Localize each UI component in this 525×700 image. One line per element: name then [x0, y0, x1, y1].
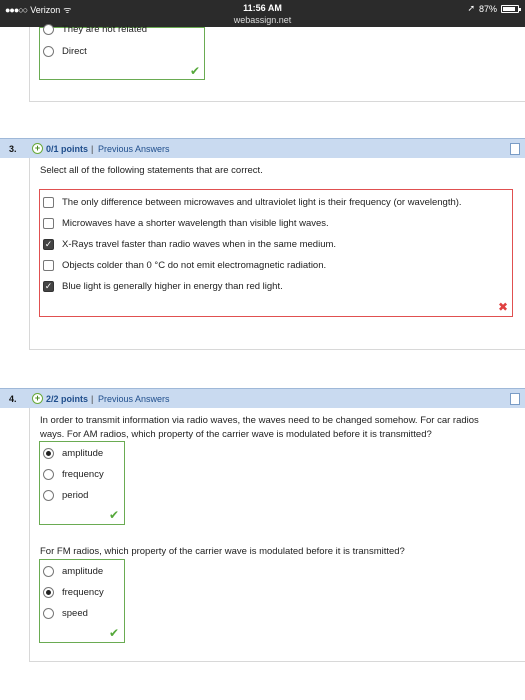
location-icon: ➚	[467, 3, 475, 13]
option-label: Direct	[62, 46, 87, 57]
am-option-amplitude[interactable]: amplitude	[43, 448, 103, 459]
am-option-period[interactable]: period	[43, 490, 88, 501]
correct-check-icon: ✔	[109, 508, 120, 522]
option-label: speed	[62, 608, 88, 619]
radio-button[interactable]	[43, 608, 54, 619]
status-bar: ●●●○○ Verizon ᯤ 11:56 AM webassign.net ➚…	[0, 0, 525, 27]
option-label: Objects colder than 0 °C do not emit ele…	[62, 260, 327, 271]
clock: 11:56 AM	[243, 3, 282, 13]
fm-prompt: For FM radios, which property of the car…	[40, 546, 405, 557]
fm-option-speed[interactable]: speed	[43, 608, 88, 619]
radio-button-selected[interactable]	[43, 587, 54, 598]
radio-button[interactable]	[43, 566, 54, 577]
q3-option[interactable]: ✓ Blue light is generally higher in energ…	[43, 281, 283, 292]
incorrect-x-icon: ✖	[498, 300, 509, 314]
expand-plus-icon[interactable]: +	[32, 393, 43, 404]
question-number: 3.	[9, 144, 17, 154]
q3-option[interactable]: ✓ X-Rays travel faster than radio waves w…	[43, 239, 336, 250]
q3-option[interactable]: Microwaves have a shorter wavelength tha…	[43, 218, 329, 229]
previous-answers-link[interactable]: Previous Answers	[98, 144, 170, 154]
radio-button[interactable]	[43, 490, 54, 501]
fm-option-frequency[interactable]: frequency	[43, 587, 104, 598]
option-label: X-Rays travel faster than radio waves wh…	[62, 239, 337, 250]
q3-answer-box	[39, 189, 513, 317]
checkbox[interactable]	[43, 260, 54, 271]
radio-button[interactable]	[43, 24, 54, 35]
q2-option[interactable]: They are not related	[43, 24, 147, 35]
separator: |	[91, 144, 94, 154]
expand-plus-icon[interactable]: +	[32, 143, 43, 154]
option-label: frequency	[62, 587, 104, 598]
option-label: amplitude	[62, 448, 104, 459]
q3-option[interactable]: The only difference between microwaves a…	[43, 197, 462, 208]
question-number: 4.	[9, 394, 17, 404]
radio-button[interactable]	[43, 46, 54, 57]
question-4-header: 4. + 2/2 points | Previous Answers	[0, 388, 525, 408]
q3-option[interactable]: Objects colder than 0 °C do not emit ele…	[43, 260, 326, 271]
points-score: 0/1 points	[46, 144, 89, 154]
question-3-header: 3. + 0/1 points | Previous Answers	[0, 138, 525, 158]
checkbox-checked[interactable]: ✓	[43, 239, 54, 250]
correct-check-icon: ✔	[190, 64, 201, 78]
checkbox-checked[interactable]: ✓	[43, 281, 54, 292]
fm-option-amplitude[interactable]: amplitude	[43, 566, 103, 577]
battery-fill	[503, 6, 516, 11]
option-label: They are not related	[62, 24, 148, 35]
document-icon[interactable]	[510, 393, 520, 405]
option-label: amplitude	[62, 566, 104, 577]
radio-button-selected[interactable]	[43, 448, 54, 459]
question-4-prompt-line-2: ways. For AM radios, which property of t…	[40, 429, 432, 440]
option-label: The only difference between microwaves a…	[62, 197, 462, 208]
status-right: ➚ 87%	[467, 3, 521, 14]
q2-option[interactable]: Direct	[43, 46, 87, 57]
points-score: 2/2 points	[46, 394, 89, 404]
battery-percent: 87%	[478, 3, 497, 14]
document-icon[interactable]	[510, 143, 520, 155]
question-4-prompt-line-1: In order to transmit information via rad…	[40, 415, 479, 426]
option-label: frequency	[62, 469, 104, 480]
question-3-prompt: Select all of the following statements t…	[40, 165, 263, 176]
previous-answers-link[interactable]: Previous Answers	[98, 394, 170, 404]
checkbox[interactable]	[43, 218, 54, 229]
separator: |	[91, 394, 94, 404]
radio-button[interactable]	[43, 469, 54, 480]
option-label: period	[62, 490, 89, 501]
checkbox[interactable]	[43, 197, 54, 208]
correct-check-icon: ✔	[109, 626, 120, 640]
option-label: Microwaves have a shorter wavelength tha…	[62, 218, 329, 229]
option-label: Blue light is generally higher in energy…	[62, 281, 283, 292]
am-option-frequency[interactable]: frequency	[43, 469, 104, 480]
battery-icon	[501, 4, 521, 13]
